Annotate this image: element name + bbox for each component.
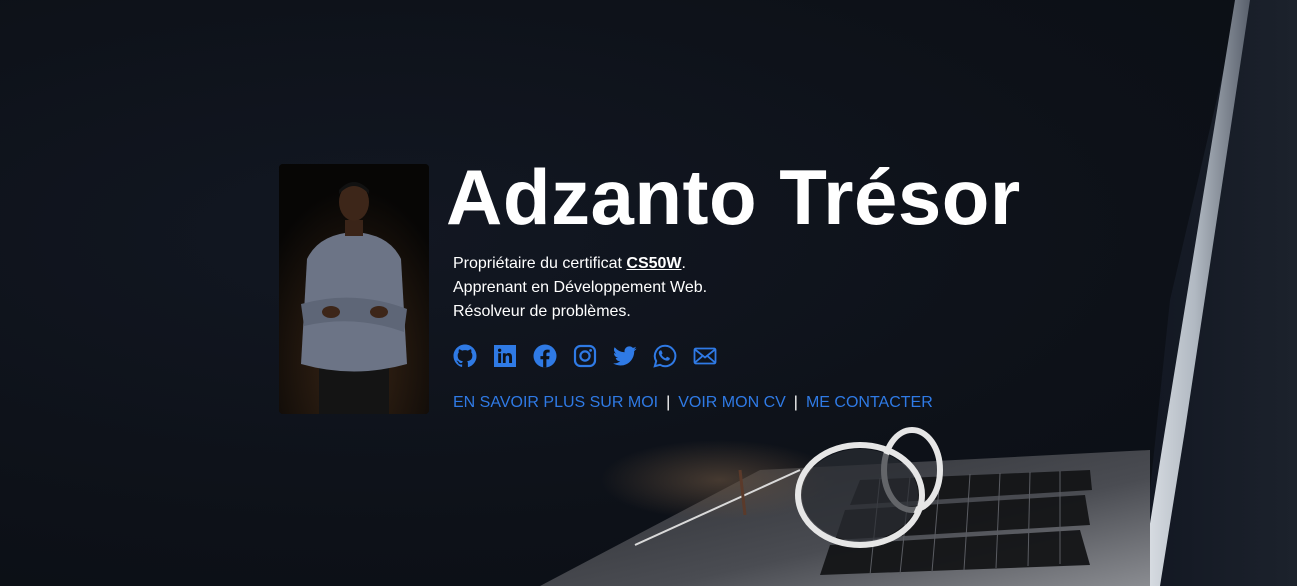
cs50w-link[interactable]: CS50W	[626, 255, 681, 272]
hero-section: Adzanto Trésor Propriétaire du certifica…	[0, 0, 1297, 586]
profile-bio: Propriétaire du certificat CS50W. Appren…	[453, 252, 707, 324]
whatsapp-link[interactable]	[653, 344, 677, 368]
whatsapp-icon	[653, 344, 677, 368]
profile-photo	[279, 164, 429, 414]
instagram-icon	[573, 344, 597, 368]
github-icon	[453, 344, 477, 368]
social-links	[453, 344, 717, 368]
link-separator: |	[666, 394, 671, 411]
twitter-link[interactable]	[613, 344, 637, 368]
facebook-icon	[533, 344, 557, 368]
bio-line-learner: Apprenant en Développement Web.	[453, 279, 708, 296]
person-illustration-icon	[279, 164, 429, 414]
github-link[interactable]	[453, 344, 477, 368]
view-cv-link[interactable]: VOIR MON CV	[678, 394, 786, 411]
about-me-link[interactable]: EN SAVOIR PLUS SUR MOI	[453, 394, 658, 411]
linkedin-icon	[494, 345, 516, 367]
profile-nav-links: EN SAVOIR PLUS SUR MOI | VOIR MON CV | ME CO…	[453, 393, 933, 413]
linkedin-link[interactable]	[493, 344, 517, 368]
bio-certificate-suffix: .	[681, 255, 686, 272]
email-link[interactable]	[693, 344, 717, 368]
facebook-link[interactable]	[533, 344, 557, 368]
bio-line-certificate: Propriétaire du certificat CS50W.	[453, 252, 707, 276]
profile-name: Adzanto Trésor	[446, 153, 1021, 241]
twitter-icon	[613, 346, 637, 366]
bio-certificate-prefix: Propriétaire du certificat	[453, 255, 627, 272]
bio-line-problem-solver: Résolveur de problèmes.	[453, 303, 631, 320]
contact-me-link[interactable]: ME CONTACTER	[806, 394, 933, 411]
link-separator: |	[793, 394, 798, 411]
email-icon	[693, 347, 717, 365]
instagram-link[interactable]	[573, 344, 597, 368]
